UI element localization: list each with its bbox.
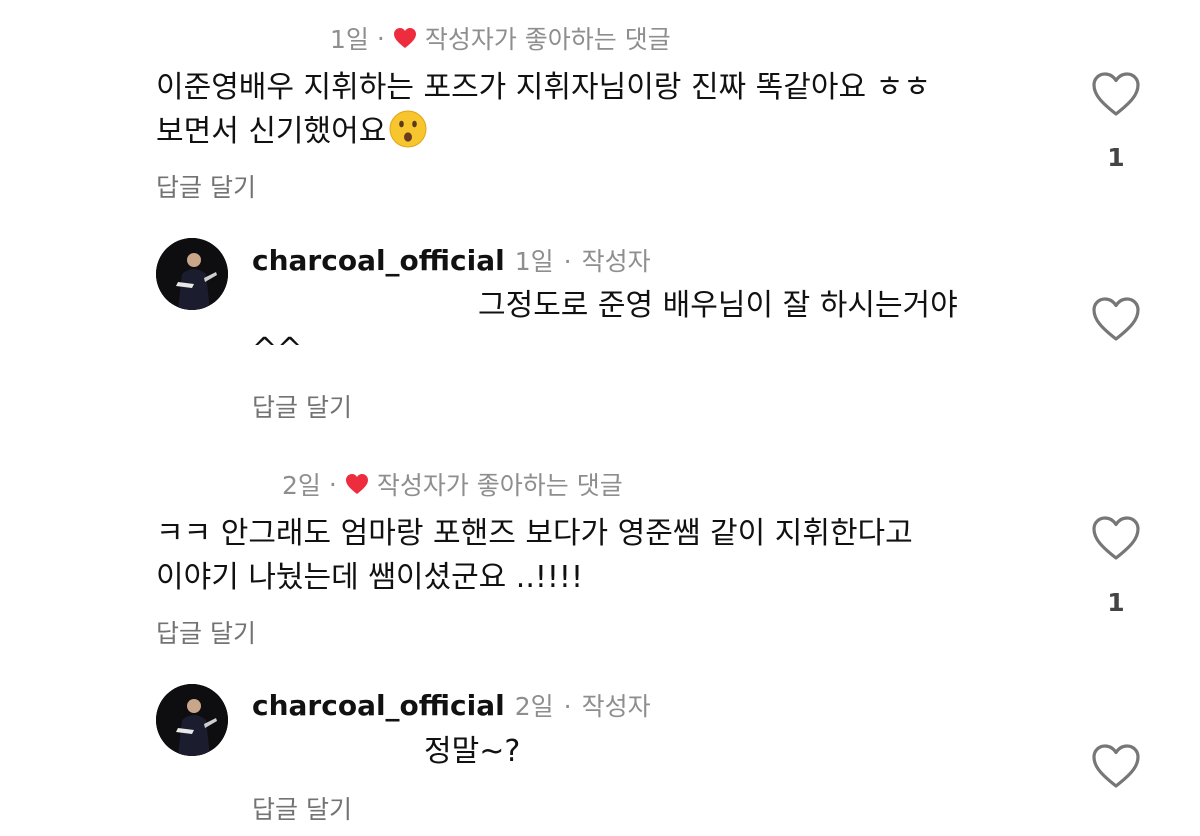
heart-outline-icon — [1092, 744, 1140, 788]
comment-time: 1일 — [330, 25, 369, 54]
comments-thread: 1일 · 작성자가 좋아하는 댓글 이준영배우 지휘하는 포즈가 지휘자님이랑 … — [0, 0, 1200, 836]
comment-meta: 1일 · 작성자가 좋아하는 댓글 — [330, 20, 671, 56]
reply-button[interactable]: 답글 달기 — [252, 790, 352, 826]
like-count: 1 — [1107, 588, 1125, 617]
username[interactable]: charcoal_official — [252, 244, 505, 277]
reply-time: 1일 — [514, 247, 554, 276]
hushed-face-icon — [388, 109, 428, 149]
author-badge: 작성자 — [581, 692, 651, 721]
reply-header: charcoal_official 1일 · 작성자 — [252, 242, 651, 278]
heart-filled-icon — [393, 27, 417, 49]
avatar[interactable] — [156, 684, 228, 756]
meta-separator: · — [376, 23, 385, 53]
meta-separator: · — [563, 692, 572, 721]
comment-text-line: 이준영배우 지휘하는 포즈가 지휘자님이랑 진짜 똑같아요 ㅎㅎ — [156, 70, 931, 105]
comment-text-line-2: 보면서 신기했어요 — [156, 114, 387, 149]
like-count: 1 — [1107, 143, 1125, 172]
heart-outline-icon — [1092, 72, 1140, 116]
reply-text-line: ^^ — [252, 332, 303, 367]
heart-filled-icon — [345, 473, 369, 495]
comment-text-line: ㅋㅋ 안그래도 엄마랑 포핸즈 보다가 영준쌤 같이 지휘한다고 — [156, 516, 913, 551]
avatar-image — [156, 238, 228, 310]
like-button[interactable] — [1090, 295, 1142, 343]
meta-separator: · — [328, 469, 337, 499]
comment-text-line: 이야기 나눴는데 쌤이셨군요 ..!!!! — [156, 560, 583, 595]
reply-header: charcoal_official 2일 · 작성자 — [252, 687, 651, 723]
heart-outline-icon — [1092, 297, 1140, 341]
heart-outline-icon — [1092, 516, 1140, 560]
author-badge: 작성자 — [581, 247, 651, 276]
like-button[interactable] — [1090, 70, 1142, 118]
comment-text-line: 보면서 신기했어요 — [156, 108, 428, 156]
creator-liked-label: 작성자가 좋아하는 댓글 — [424, 25, 671, 54]
reply-button[interactable]: 답글 달기 — [156, 614, 256, 650]
comment-meta: 2일 · 작성자가 좋아하는 댓글 — [282, 466, 623, 502]
avatar[interactable] — [156, 238, 228, 310]
avatar-image — [156, 684, 228, 756]
reply-text-line: 그정도로 준영 배우님이 잘 하시는거야 — [478, 288, 958, 323]
like-button[interactable] — [1090, 514, 1142, 562]
reply-time: 2일 — [514, 692, 554, 721]
reply-text-line: 정말~? — [424, 734, 521, 769]
like-button[interactable] — [1090, 742, 1142, 790]
comment-time: 2일 — [282, 471, 321, 500]
creator-liked-label: 작성자가 좋아하는 댓글 — [376, 471, 623, 500]
meta-separator: · — [563, 247, 572, 276]
reply-button[interactable]: 답글 달기 — [252, 388, 352, 424]
reply-button[interactable]: 답글 달기 — [156, 168, 256, 204]
username[interactable]: charcoal_official — [252, 689, 505, 722]
